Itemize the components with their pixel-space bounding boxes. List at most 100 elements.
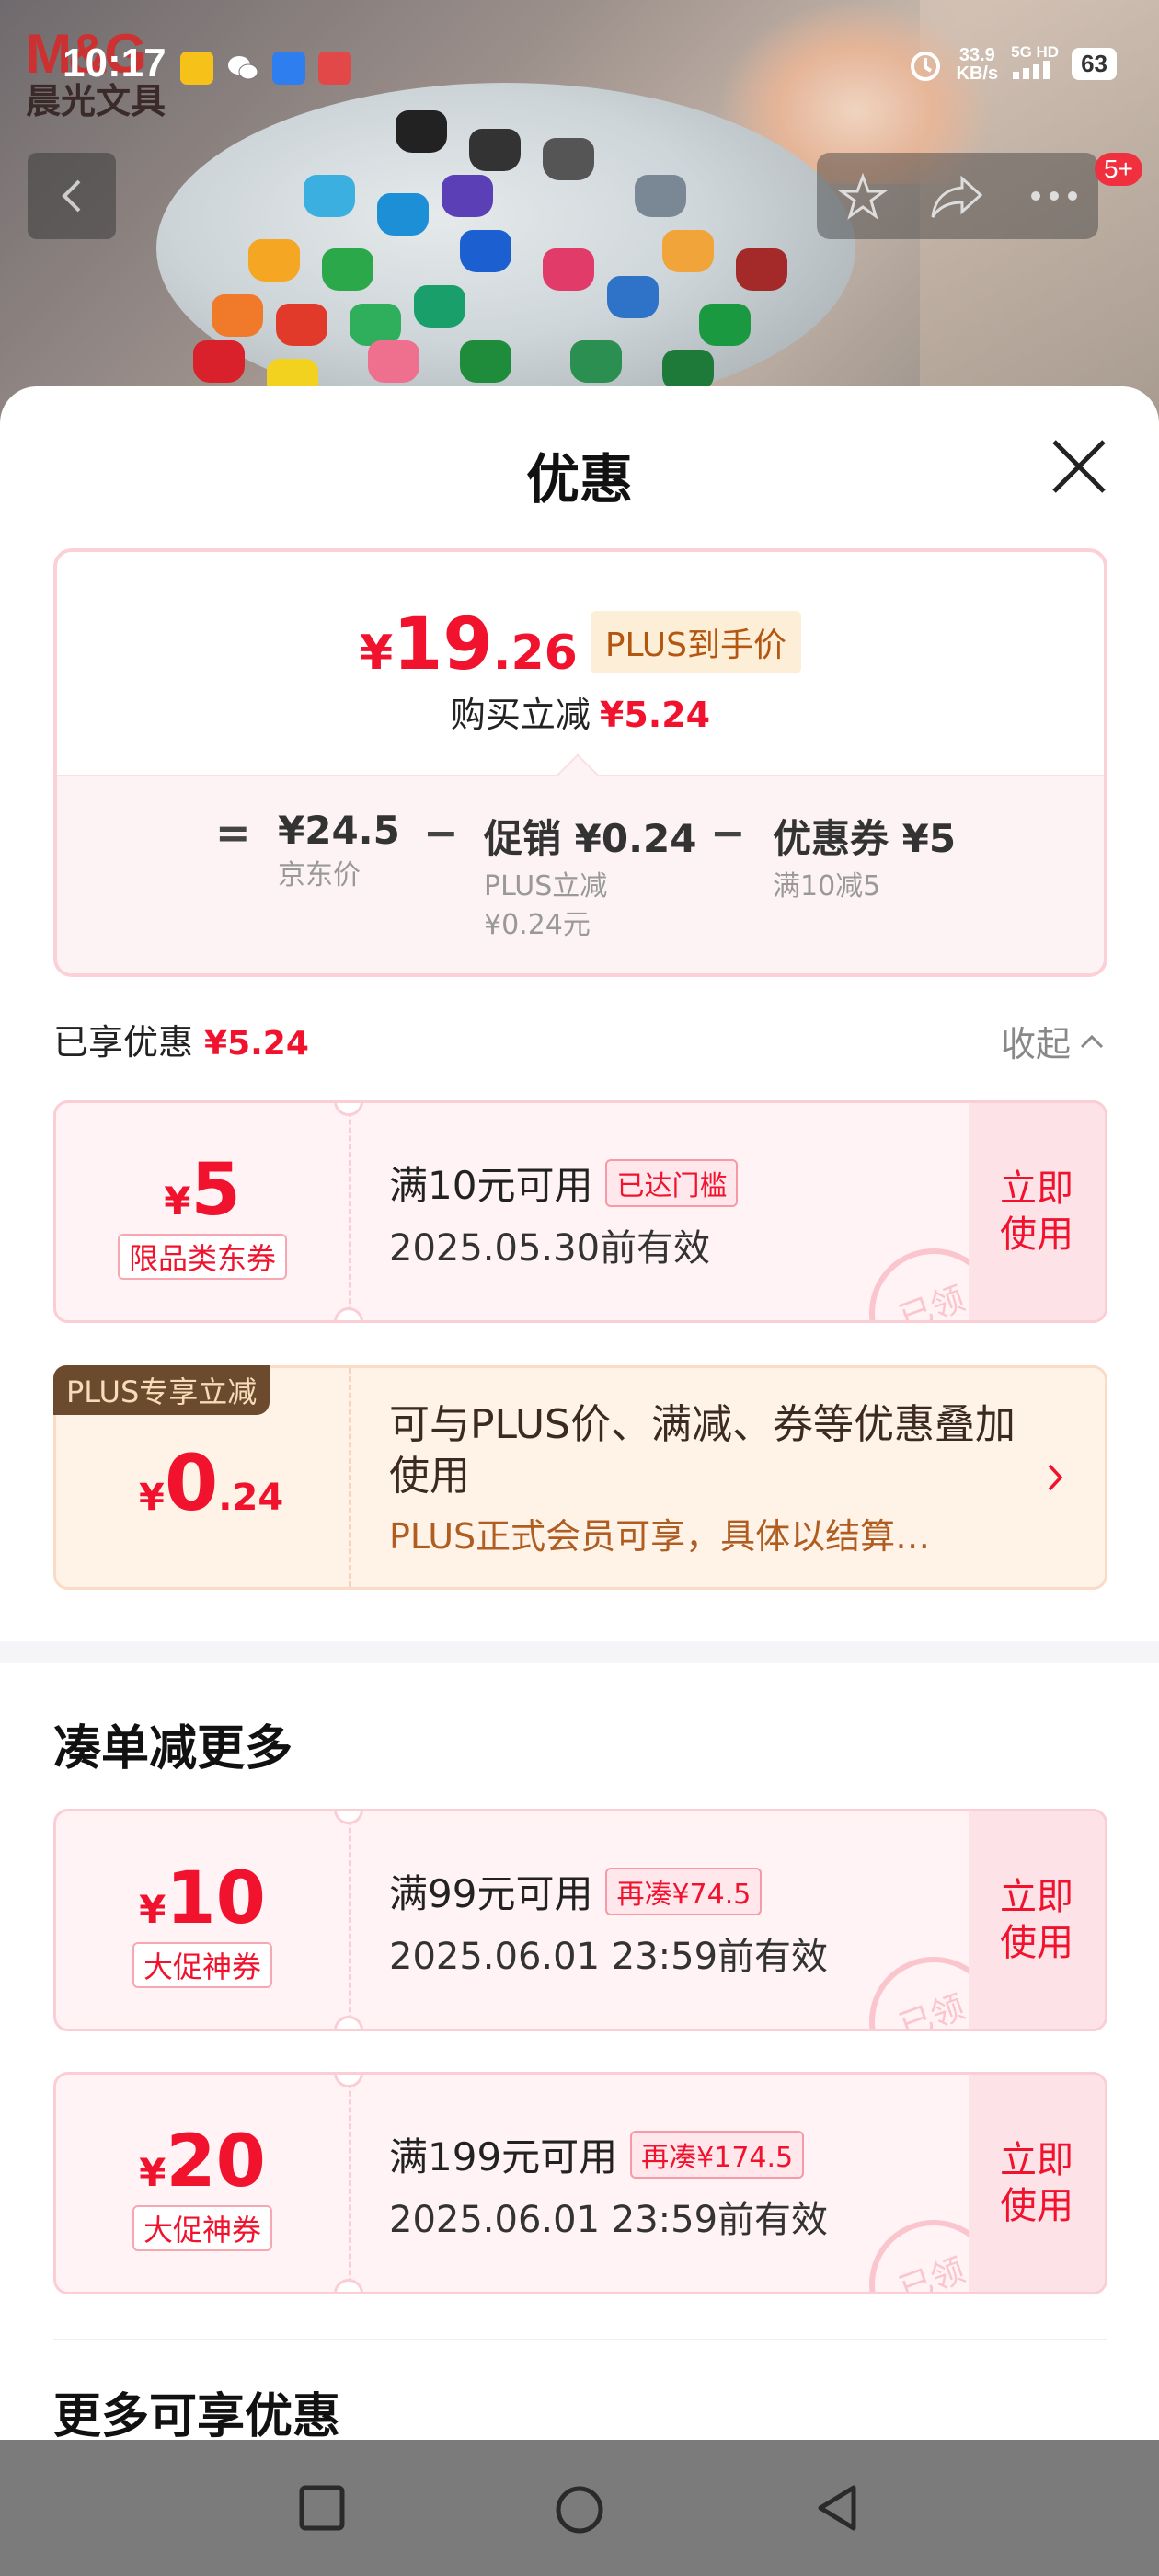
mail-app-icon: [272, 52, 305, 85]
marker-cap: [460, 340, 511, 383]
star-icon[interactable]: [837, 171, 889, 223]
use-now-label: 立即 使用: [1000, 1876, 1073, 1964]
coupon-card: ¥5 限品类东券 满10元可用 已达门槛 2025.05.30前有效 已领 立即使…: [53, 1100, 1107, 1323]
plus-description: 可与PLUS价、满减、券等优惠叠加使用 PLUS正式会员可享，具体以结算…: [389, 1399, 1033, 1558]
coupon-condition: 满99元可用: [389, 1871, 593, 1916]
plus-discount-card[interactable]: PLUS专享立减 ¥0.24 可与PLUS价、满减、券等优惠叠加使用 PLUS正…: [53, 1365, 1107, 1590]
use-now-label: 立即 使用: [1000, 1167, 1073, 1256]
marker-cap: [543, 138, 594, 180]
reduce-line: 购买立减 ¥5.24: [57, 686, 1104, 737]
sheet-title: 优惠: [525, 448, 633, 511]
shop-app-icon: [318, 52, 351, 85]
status-right: 33.9 KB/s 5G HD 63: [907, 44, 1117, 84]
marker-cap: [368, 340, 419, 383]
reduce-value: ¥5.24: [599, 695, 711, 735]
share-icon[interactable]: [929, 171, 984, 223]
currency-symbol: ¥: [139, 1887, 166, 1932]
currency-symbol: ¥: [359, 626, 394, 681]
term-value: 促销 ¥0.24: [484, 816, 697, 861]
currency-symbol: ¥: [164, 1179, 191, 1224]
coupon-term: 优惠券 ¥5 满10减5: [773, 808, 956, 906]
net-speed-unit: KB/s: [956, 63, 999, 84]
coupon-amount-area: ¥10 大促神券: [56, 1811, 349, 2029]
use-now-label: 立即 使用: [1000, 2139, 1073, 2227]
section-title: 更多可享优惠: [53, 2389, 341, 2440]
marker-cap: [248, 239, 300, 282]
marker-cap: [699, 304, 751, 346]
status-bar: M&G 晨光文具 10:17 33.9 KB/s 5G HD 63: [0, 0, 1159, 129]
divider-line: [53, 2339, 1107, 2340]
marker-cap: [635, 175, 686, 217]
coupon-condition: 满10元可用: [389, 1163, 593, 1208]
meituan-app-icon: [180, 52, 213, 85]
coupon-amount-area: ¥5 限品类东券: [56, 1103, 349, 1320]
coupon-condition: 满199元可用: [389, 2134, 618, 2179]
term-label: 京东价: [278, 859, 361, 891]
plus-amount: ¥0.24: [139, 1438, 283, 1528]
square-nav-icon[interactable]: [298, 2484, 346, 2532]
marker-cap: [414, 285, 465, 328]
coupon-card: ¥20 大促神券 满199元可用 再凑¥174.5 2025.06.01 23:5…: [53, 2072, 1107, 2294]
term-label-2: ¥0.24元: [484, 909, 591, 941]
marker-cap: [442, 175, 493, 217]
net-speed: 33.9 KB/s: [957, 46, 999, 83]
price-summary: ¥ 19 .26 PLUS到手价 购买立减 ¥5.24 = ¥24.5 京东价 −…: [53, 548, 1107, 977]
coupon-details: 满10元可用 已达门槛 2025.05.30前有效: [389, 1155, 739, 1271]
equals-sign: =: [215, 808, 251, 857]
amount-value: 20: [166, 2121, 266, 2203]
amount-dec: .24: [218, 1477, 284, 1519]
marker-cap: [662, 230, 714, 272]
marker-cap: [570, 340, 622, 383]
use-now-button[interactable]: 立即 使用: [969, 1811, 1105, 2029]
price-decimal: .26: [492, 626, 578, 681]
back-icon: [62, 179, 81, 213]
more-icon[interactable]: [1028, 190, 1080, 202]
section-separator: [0, 1641, 1159, 1663]
wechat-app-icon: [226, 52, 259, 85]
use-now-button[interactable]: 立即 使用: [969, 2075, 1105, 2292]
coupon-amount: ¥10: [56, 1857, 349, 1940]
currency-symbol: ¥: [139, 2150, 166, 2195]
clock: 10:17: [63, 40, 166, 86]
plus-exclusive-tag: PLUS专享立减: [53, 1365, 270, 1415]
coupon-expiry: 2025.06.01 23:59前有效: [389, 2199, 829, 2241]
marker-cap: [460, 230, 511, 272]
coupon-details: 满99元可用 再凑¥74.5 2025.06.01 23:59前有效: [389, 1863, 828, 1980]
dashed-divider: [349, 2075, 351, 2292]
coupon-amount: ¥20: [56, 2121, 349, 2203]
close-icon[interactable]: [1049, 436, 1109, 497]
add-more-badge: 再凑¥174.5: [630, 2130, 805, 2179]
circle-nav-icon[interactable]: [554, 2484, 605, 2536]
back-button[interactable]: [28, 153, 116, 239]
notification-icons: [180, 52, 351, 85]
marker-cap: [377, 193, 429, 236]
dashed-divider: [349, 1368, 351, 1587]
term-label: PLUS立减: [484, 870, 608, 903]
amount-value: 10: [166, 1857, 266, 1940]
alarm-icon: [910, 51, 940, 81]
coupon-details: 满199元可用 再凑¥174.5 2025.06.01 23:59前有效: [389, 2126, 828, 2243]
amount-value: 5: [190, 1149, 241, 1232]
header-actions: [817, 153, 1098, 239]
enjoyed-value: ¥5.24: [204, 1025, 309, 1063]
term-label: 满10减5: [773, 870, 881, 903]
enjoyed-label: 已享优惠: [53, 1022, 194, 1063]
marker-cap: [276, 304, 327, 346]
minus-sign: −: [710, 808, 746, 857]
coupon-amount-area: ¥20 大促神券: [56, 2075, 349, 2292]
promo-term: 促销 ¥0.24 PLUS立减 ¥0.24元: [484, 808, 696, 945]
coupon-type: 限品类东券: [117, 1234, 287, 1280]
triangle-back-nav-icon[interactable]: [813, 2484, 861, 2532]
use-now-button[interactable]: 立即 使用: [969, 1103, 1105, 1320]
coupon-expiry: 2025.05.30前有效: [389, 1227, 711, 1270]
collapse-button[interactable]: 收起: [1001, 1016, 1106, 1066]
final-price: ¥ 19 .26 PLUS到手价: [57, 604, 1104, 686]
plus-line-2: PLUS正式会员可享，具体以结算…: [389, 1516, 931, 1557]
marker-cap: [543, 248, 594, 291]
system-nav-bar: [0, 2440, 1159, 2576]
marker-cap: [212, 294, 263, 337]
marker-cap: [469, 129, 521, 171]
term-value: ¥24.5: [278, 808, 400, 853]
coupon-card: ¥10 大促神券 满99元可用 再凑¥74.5 2025.06.01 23:59前…: [53, 1809, 1107, 2031]
threshold-badge: 已达门槛: [605, 1158, 739, 1207]
